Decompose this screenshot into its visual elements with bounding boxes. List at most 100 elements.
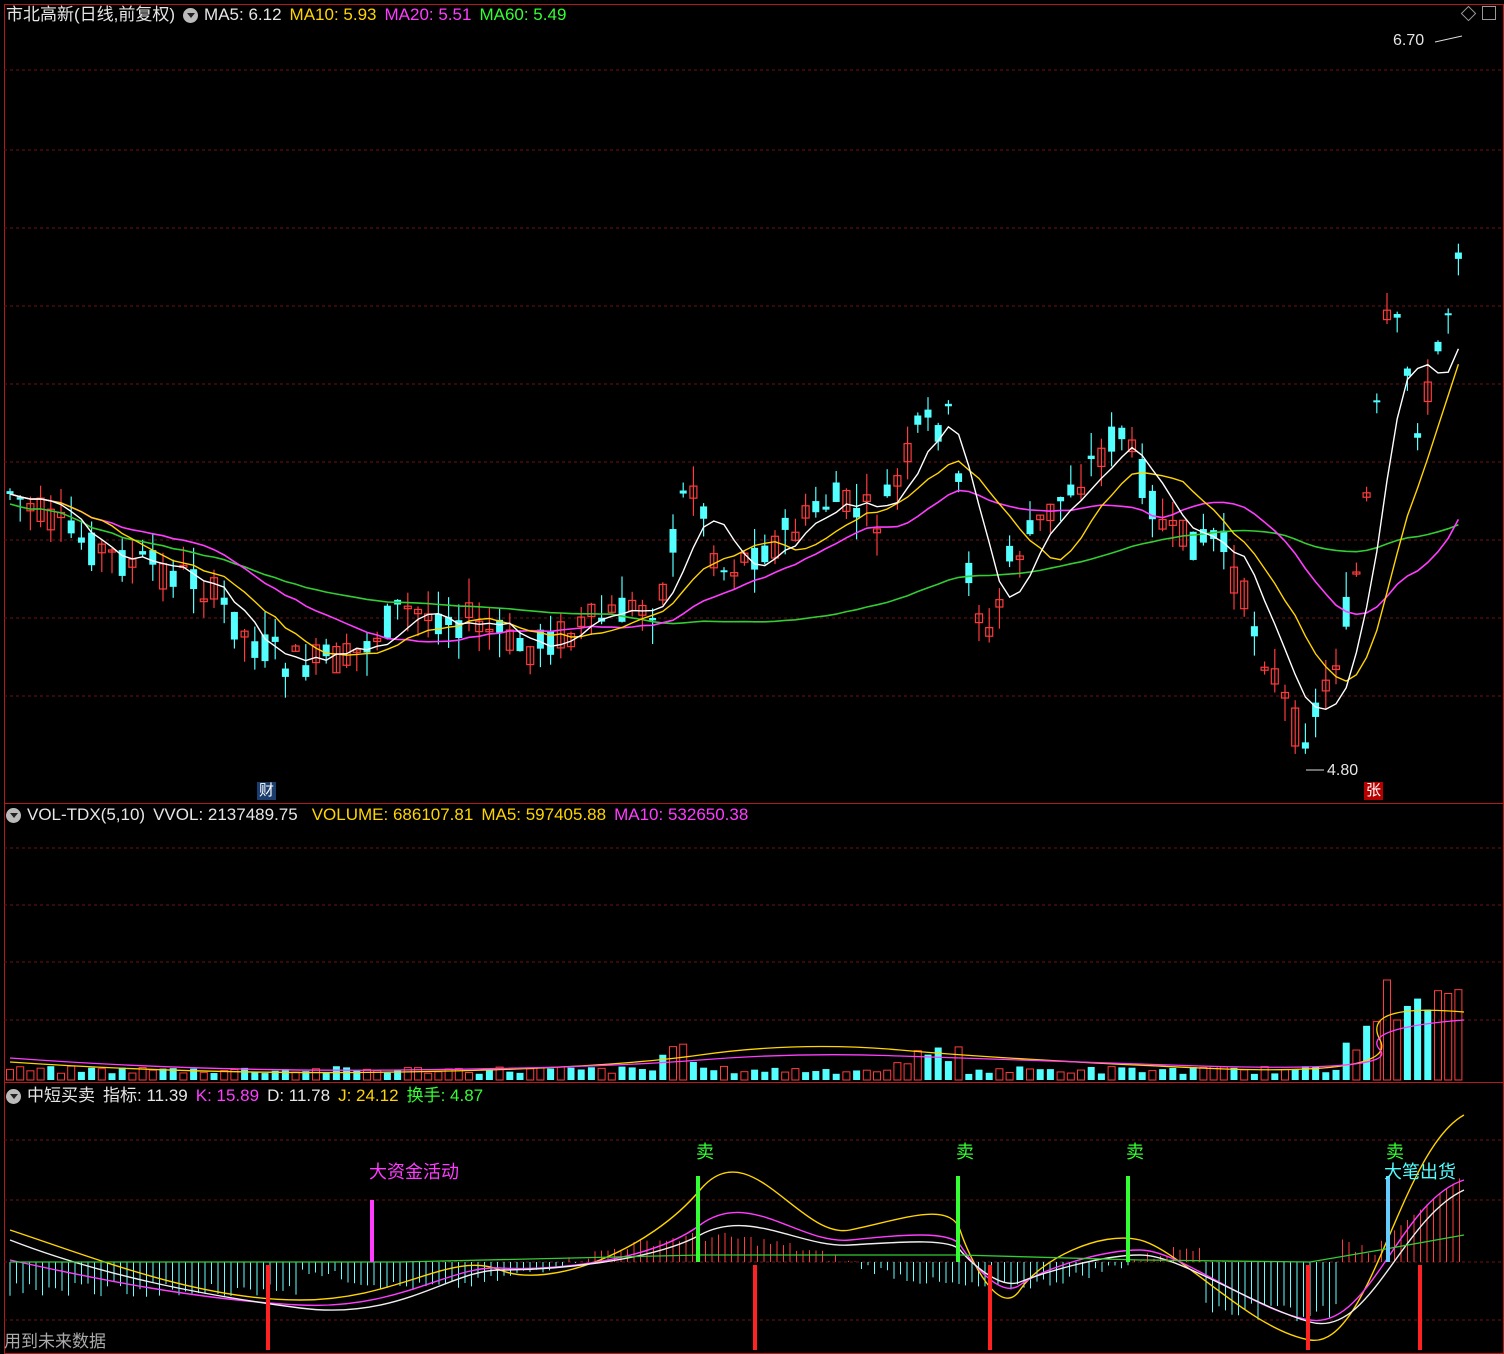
candle-body — [944, 403, 952, 407]
volume-bar — [526, 1068, 535, 1081]
candle-body — [618, 597, 626, 622]
candle-body — [1057, 497, 1065, 502]
volume-bar — [659, 1054, 667, 1080]
volume-bar — [1281, 1068, 1289, 1081]
volume-bar — [1097, 1073, 1105, 1080]
volume-bar — [607, 1072, 616, 1081]
volume-bar — [199, 1071, 208, 1081]
volume-bar — [1046, 1069, 1054, 1080]
candle-body — [700, 506, 708, 519]
candle-body — [88, 532, 96, 566]
chart-canvas[interactable] — [0, 0, 1504, 1354]
volume-bar — [251, 1071, 259, 1080]
volume-bar — [1138, 1072, 1146, 1080]
candle-body — [251, 641, 259, 658]
candle-body — [1393, 314, 1401, 318]
volume-bar — [893, 1062, 902, 1081]
candle-body — [383, 605, 391, 638]
candle-body — [1444, 313, 1452, 316]
volume-bar — [751, 1069, 759, 1080]
candle-body — [822, 506, 830, 510]
volume-bar — [1383, 979, 1391, 1081]
volume-bar — [16, 1066, 25, 1081]
candle-body — [302, 665, 310, 677]
volume-bar — [47, 1066, 55, 1080]
candle-body — [1067, 484, 1075, 496]
candle-body — [1087, 455, 1095, 460]
volume-bar — [1077, 1069, 1085, 1081]
volume-bar — [965, 1073, 973, 1080]
volume-bar — [740, 1071, 749, 1081]
candle-body — [720, 570, 728, 573]
volume-bar — [108, 1073, 116, 1080]
volume-bar — [903, 1063, 912, 1081]
candle-body — [6, 491, 14, 494]
candle-body — [363, 641, 371, 653]
volume-bar — [577, 1069, 585, 1080]
volume-bar — [1250, 1073, 1258, 1080]
candle-body — [914, 415, 922, 425]
volume-bar — [57, 1072, 65, 1081]
volume-bar — [791, 1068, 800, 1081]
volume-bar — [547, 1068, 555, 1080]
volume-bar — [679, 1043, 688, 1081]
candle-body — [1434, 341, 1442, 352]
volume-bar — [1199, 1066, 1208, 1081]
volume-bar — [1454, 989, 1463, 1081]
candle-body — [230, 611, 238, 640]
volume-bar — [1189, 1067, 1197, 1080]
finance-tag[interactable]: 财 — [257, 782, 277, 800]
volume-bar — [954, 1046, 963, 1081]
candle-body — [751, 547, 759, 570]
volume-bar — [506, 1071, 514, 1080]
candle-body — [149, 550, 157, 565]
volume-bar — [567, 1067, 575, 1080]
volume-bar — [322, 1072, 330, 1080]
volume-bar — [669, 1046, 677, 1081]
candle-body — [781, 517, 789, 530]
volume-bar — [1036, 1069, 1044, 1080]
candle-body — [853, 507, 861, 518]
candle-body — [516, 638, 524, 652]
volume-bar — [618, 1066, 626, 1080]
candle-body — [139, 551, 147, 555]
volume-bar — [281, 1069, 289, 1080]
candle-body — [67, 520, 75, 534]
volume-bar — [822, 1069, 830, 1080]
turnover-line — [10, 1234, 1465, 1263]
volume-bar — [689, 1061, 697, 1080]
sell-signal-2: 卖 — [956, 1142, 974, 1162]
stock-chart-window: { "main": { "title": "市北高新(日线,前复权)", "ma… — [0, 0, 1504, 1354]
candle-body — [649, 617, 657, 621]
volume-bar — [1291, 1068, 1299, 1080]
volume-bar — [77, 1071, 85, 1080]
volume-bar — [1128, 1067, 1136, 1080]
volume-bar — [434, 1071, 443, 1081]
volume-bar — [1005, 1072, 1014, 1081]
candle-body — [1138, 458, 1146, 498]
candle-body — [77, 537, 85, 543]
volume-bar — [343, 1067, 351, 1080]
volume-bar — [995, 1068, 1004, 1081]
volume-bar — [730, 1073, 738, 1080]
candle-body — [1373, 400, 1381, 403]
candle-body — [220, 597, 228, 605]
volume-bar — [597, 1067, 606, 1081]
volume-bar — [1087, 1066, 1095, 1080]
volume-bar — [88, 1067, 96, 1080]
ma5-line — [9, 348, 1460, 711]
volume-bar — [1271, 1073, 1279, 1080]
volume-bar — [761, 1071, 769, 1080]
candle-body — [1108, 426, 1116, 452]
zhang-tag[interactable]: 张 — [1364, 782, 1384, 800]
volume-bar — [485, 1069, 493, 1080]
volume-bar — [832, 1073, 840, 1080]
j-line — [9, 1114, 1465, 1341]
sell-signal-3: 卖 — [1126, 1142, 1144, 1162]
volume-bar — [475, 1073, 483, 1080]
volume-bar — [1118, 1067, 1126, 1080]
volume-bar — [516, 1072, 524, 1080]
candle-body — [1414, 433, 1422, 438]
candle-body — [1026, 520, 1034, 535]
candle-body — [1118, 427, 1126, 440]
